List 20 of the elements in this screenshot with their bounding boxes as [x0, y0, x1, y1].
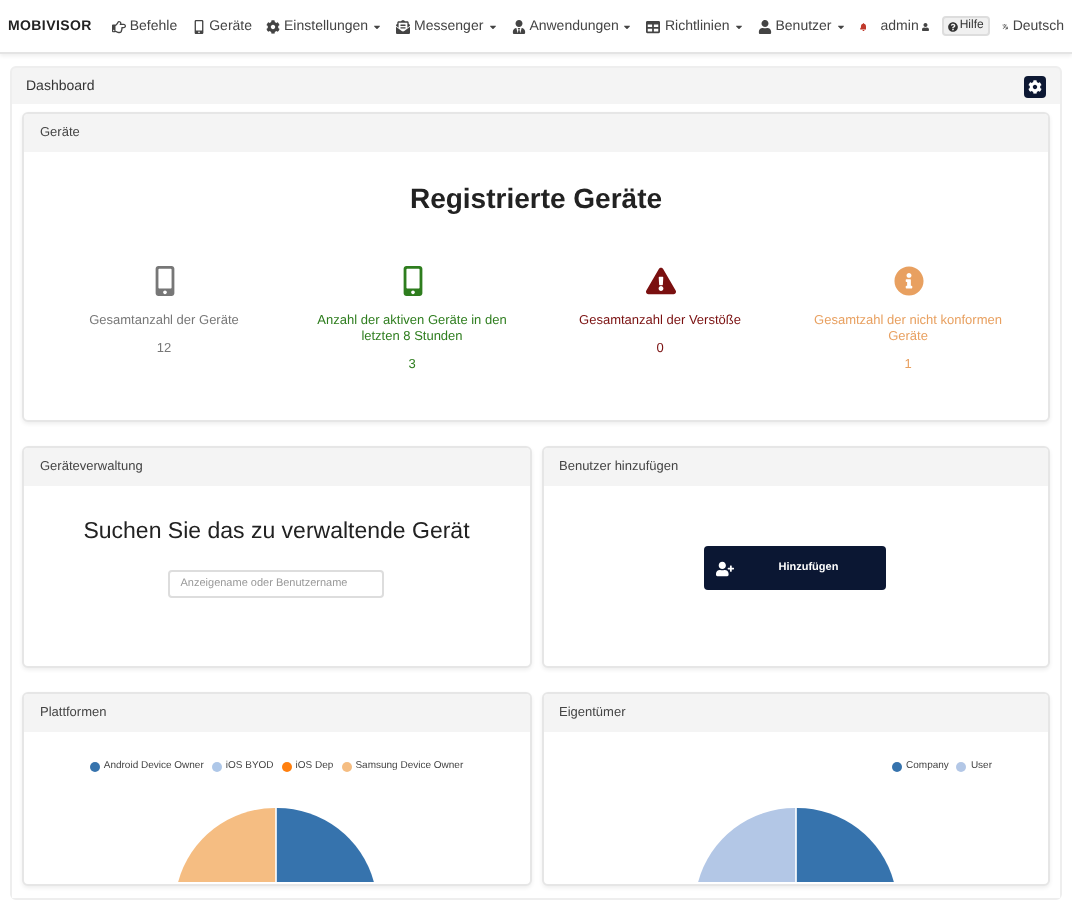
translate-icon[interactable]	[1001, 19, 1009, 33]
hand-pointing-icon	[111, 19, 126, 33]
caret-icon	[372, 21, 383, 31]
help-icon	[947, 21, 958, 31]
settings-button[interactable]	[1024, 75, 1046, 97]
section-heading: Registrierte Geräte	[407, 182, 665, 214]
user-icon	[757, 19, 772, 33]
add-user-icon	[716, 559, 735, 577]
notification-bell-icon[interactable]	[859, 19, 867, 33]
caret-icon	[835, 21, 846, 31]
person-icon	[511, 19, 526, 33]
settings-icon	[266, 19, 281, 33]
caret-icon	[733, 21, 744, 31]
section-heading: Suchen Sie das zu verwaltende Gerät	[81, 520, 472, 544]
caret-icon	[487, 21, 498, 31]
user-icon[interactable]	[922, 19, 930, 33]
table-icon	[646, 19, 661, 33]
caret-icon	[622, 21, 633, 31]
envelope-icon	[396, 19, 411, 33]
phone-icon	[191, 19, 206, 33]
